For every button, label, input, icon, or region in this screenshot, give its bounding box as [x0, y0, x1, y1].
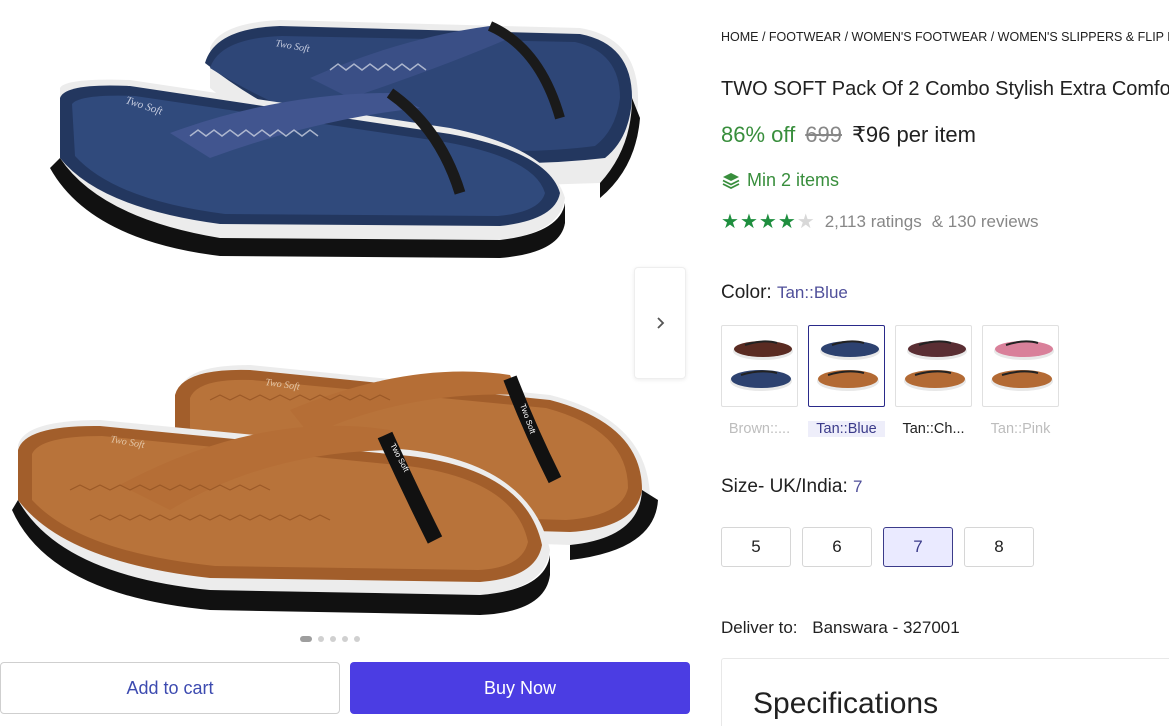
- color-swatch[interactable]: Tan::Blue: [808, 325, 885, 437]
- carousel-dot[interactable]: [300, 636, 312, 642]
- selected-color: Tan::Blue: [776, 283, 848, 302]
- star-icon: ★: [777, 211, 796, 233]
- swatch-label: Tan::Pink: [990, 421, 1051, 437]
- star-icon: ★: [796, 211, 815, 233]
- swatch-label: Brown::...: [728, 421, 791, 437]
- color-swatch[interactable]: Tan::Pink: [982, 325, 1059, 437]
- size-selector-label: Size- UK/India: 7: [721, 476, 862, 498]
- size-options: 5678: [721, 527, 1034, 567]
- selected-size: 7: [853, 477, 863, 496]
- color-swatch[interactable]: Brown::...: [721, 325, 798, 437]
- carousel-dot[interactable]: [342, 636, 348, 642]
- size-option[interactable]: 6: [802, 527, 872, 567]
- specifications-title: Specifications: [753, 687, 939, 720]
- carousel-dot[interactable]: [318, 636, 324, 642]
- size-label-text: Size- UK/India:: [721, 476, 848, 497]
- product-image-navy[interactable]: Two Soft Two Soft: [20, 8, 660, 258]
- swatch-thumbnail: [721, 325, 798, 407]
- product-info: HOME / FOOTWEAR / WOMEN'S FOOTWEAR / WOM…: [721, 0, 1169, 726]
- specifications-card: Specifications: [721, 658, 1169, 726]
- min-items-text: Min 2 items: [747, 170, 840, 190]
- chevron-right-icon: [657, 317, 665, 329]
- star-icon: ★: [739, 211, 758, 233]
- add-to-cart-button[interactable]: Add to cart: [0, 662, 340, 714]
- action-buttons: Add to cart Buy Now: [0, 662, 700, 716]
- breadcrumb[interactable]: HOME / FOOTWEAR / WOMEN'S FOOTWEAR / WOM…: [721, 30, 1169, 44]
- swatch-label: Tan::Blue: [808, 421, 885, 437]
- buy-now-button[interactable]: Buy Now: [350, 662, 690, 714]
- star-icon: ★: [721, 211, 739, 233]
- product-image-tan[interactable]: Two Soft Two Soft Two Soft Two Soft: [10, 350, 670, 630]
- star-icon: ★: [758, 211, 777, 233]
- swatch-thumbnail: [808, 325, 885, 407]
- discount-badge: 86% off: [721, 122, 796, 147]
- carousel-dot[interactable]: [354, 636, 360, 642]
- price-row: 86% off 699 ₹96 per item: [721, 122, 976, 148]
- image-carousel-dots: [300, 636, 360, 642]
- mrp-price: 699: [805, 122, 842, 147]
- size-option[interactable]: 8: [964, 527, 1034, 567]
- size-option[interactable]: 7: [883, 527, 953, 567]
- delivery-info[interactable]: Deliver to: Banswara - 327001: [721, 618, 960, 638]
- delivery-location: Banswara - 327001: [812, 618, 960, 637]
- carousel-dot[interactable]: [330, 636, 336, 642]
- color-selector-label: Color: Tan::Blue: [721, 282, 848, 304]
- product-gallery: Two Soft Two Soft Two Soft Two Soft Two …: [0, 0, 700, 726]
- star-rating: ★ ★ ★ ★ ★: [721, 212, 815, 232]
- color-label-text: Color:: [721, 282, 772, 303]
- deliver-label: Deliver to:: [721, 618, 798, 637]
- swatch-thumbnail: [982, 325, 1059, 407]
- product-title: TWO SOFT Pack Of 2 Combo Stylish Extra C…: [721, 78, 1169, 100]
- ratings-count: 2,113 ratings: [824, 212, 922, 231]
- color-swatch[interactable]: Tan::Ch...: [895, 325, 972, 437]
- swatch-label: Tan::Ch...: [902, 421, 965, 437]
- min-items-note: Min 2 items: [721, 170, 839, 191]
- size-option[interactable]: 5: [721, 527, 791, 567]
- selling-price: ₹96 per item: [851, 122, 976, 147]
- color-swatches: Brown::... Tan::Blue Tan::Ch... Tan::Pink: [721, 325, 1059, 437]
- reviews-count: & 130 reviews: [931, 212, 1039, 231]
- swatch-thumbnail: [895, 325, 972, 407]
- layers-icon: [722, 172, 740, 189]
- rating-row[interactable]: ★ ★ ★ ★ ★ 2,113 ratings & 130 reviews: [721, 212, 1039, 232]
